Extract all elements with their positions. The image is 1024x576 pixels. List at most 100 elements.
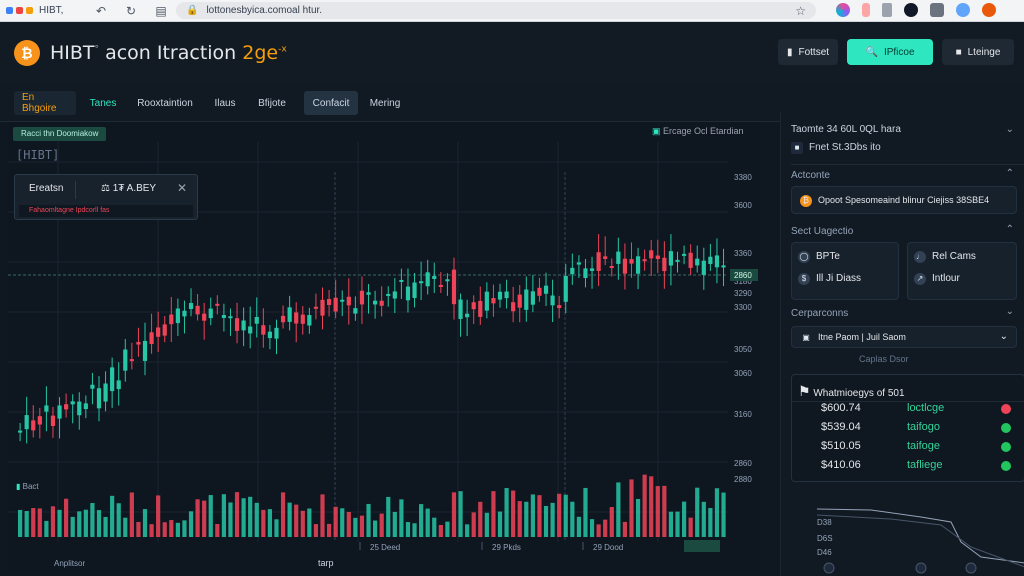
candle (182, 310, 187, 317)
clock-icon: ◯ (798, 251, 810, 263)
browser-tab-title[interactable]: HIBT, (39, 5, 79, 16)
chevron-down-icon[interactable]: ⌄ (1006, 306, 1014, 317)
tab-trades[interactable]: Tanes (82, 91, 124, 115)
candle (221, 315, 226, 318)
tab-lists[interactable]: Ilaus (206, 91, 244, 115)
volume-bar (254, 502, 259, 537)
page-icon[interactable]: ▤ (153, 3, 169, 19)
dollar-icon: $ (798, 273, 810, 285)
candle (353, 308, 358, 314)
wallet-button-label: Fottset (798, 46, 830, 58)
dropdown-icon[interactable]: ⌄ (1000, 331, 1008, 342)
extension-icon[interactable] (882, 3, 892, 17)
compare-sub: Caplas Dsor (859, 354, 909, 364)
volume-bar (695, 487, 700, 537)
price-tick: 3360 (734, 249, 752, 258)
url-bar[interactable]: 🔒 lottonesbyica.comoal htur. ☆ (176, 2, 816, 19)
quick-item[interactable]: ◯ BPTe (798, 251, 840, 263)
order-panel[interactable]: Ereatsn ⚖ 1₮ A.BEY ✕ Fahaomltagne Ipdcor… (14, 174, 198, 220)
tab-transactions[interactable]: Rooxtaintion (132, 91, 198, 115)
chevron-up-icon[interactable]: ⌃ (1006, 168, 1014, 179)
volume-bar (241, 498, 246, 537)
watch-row[interactable]: $510.05 taifoge (821, 440, 1011, 456)
quick-card-right[interactable]: ♩ Rel Cams ↗ Intlour (907, 242, 1017, 300)
volume-bar (57, 509, 62, 537)
chevron-down-icon[interactable]: ⌄ (1006, 124, 1014, 135)
extension-icon[interactable] (930, 3, 944, 17)
quick-card-left[interactable]: ◯ BPTe $ Ill Ji Diass (791, 242, 899, 300)
favicon-icon (16, 7, 23, 14)
back-arrow-icon[interactable]: ↶ (93, 3, 109, 19)
close-icon[interactable]: ✕ (177, 181, 187, 195)
quick-item[interactable]: ♩ Rel Cams (914, 251, 976, 263)
watch-row[interactable]: $410.06 tafliege (821, 459, 1011, 475)
reload-icon[interactable]: ↻ (123, 3, 139, 19)
candle (156, 327, 161, 337)
volume-bar (44, 520, 49, 537)
extension-icon[interactable] (956, 3, 970, 17)
candle (451, 269, 457, 305)
extension-icon[interactable] (862, 3, 870, 17)
candle (616, 251, 621, 264)
login-button[interactable]: ■ Lteinge (942, 39, 1014, 65)
candle (681, 253, 687, 256)
watch-amount: $410.06 (821, 459, 861, 471)
price-chart[interactable]: 3380 3600 3360 3180 3290 3300 3050 3060 3160 2860… (8, 122, 760, 572)
candle (419, 281, 424, 284)
candle (340, 299, 345, 302)
extension-icon[interactable] (836, 3, 850, 17)
quick-item[interactable]: $ Ill Ji Diass (798, 273, 861, 285)
watch-amount: $539.04 (821, 421, 861, 433)
tab-objects[interactable]: Bfijote (250, 91, 294, 115)
volume-bar (313, 524, 319, 537)
brand-subtitle: acon Itraction (105, 42, 243, 64)
compare-select[interactable]: ▣ Itne Paom | Juil Saom ⌄ (791, 326, 1017, 348)
candle (261, 325, 266, 335)
candle (721, 265, 726, 268)
candle (399, 279, 404, 282)
volume-bar (543, 505, 549, 537)
tab-meeting[interactable]: Mering (364, 91, 406, 115)
status-dot-icon (1001, 442, 1011, 452)
volume-bar (458, 491, 463, 537)
volume-bar (208, 495, 213, 537)
chevron-up-icon[interactable]: ⌃ (1006, 224, 1014, 235)
price-tick: 3060 (734, 369, 752, 378)
candle (136, 342, 141, 345)
candle (359, 290, 365, 305)
extension-icon[interactable] (904, 3, 918, 17)
candle (471, 302, 476, 310)
watch-row[interactable]: $600.74 loctlcge (821, 402, 1011, 418)
quick-item[interactable]: ↗ Intlour (914, 273, 960, 285)
volume-bar (70, 516, 75, 537)
candle (320, 299, 325, 316)
search-button[interactable]: 🔍 IPficoe (847, 39, 933, 65)
status-dot-icon (1001, 423, 1011, 433)
volume-bar (642, 474, 647, 537)
candle (346, 296, 351, 306)
candle (103, 383, 108, 402)
candle (701, 260, 706, 275)
profile-avatar[interactable] (982, 3, 996, 17)
bookmark-star-icon[interactable]: ☆ (795, 4, 806, 18)
candle (557, 305, 562, 309)
candle (484, 291, 489, 311)
candle (24, 415, 29, 430)
watch-row[interactable]: $539.04 taifogo (821, 421, 1011, 437)
tab-contact[interactable]: Confacit (304, 91, 358, 115)
section1-title: Taomte 34 60L 0QL hara (791, 124, 901, 135)
candle (110, 367, 115, 392)
volume-bar (110, 495, 115, 537)
volume-bar (31, 508, 36, 537)
candle (642, 259, 647, 262)
wallet-button[interactable]: ▮ Fottset (778, 39, 838, 65)
section1-sub: ■ Fnet St.3Dbs ito (791, 142, 881, 154)
activity-item[interactable]: ₿ Opoot Spesomeaind blinur Ciejiss 38SBE4 (791, 186, 1017, 214)
volume-bar (609, 507, 614, 537)
volume-bar (471, 512, 476, 537)
candle (333, 297, 338, 312)
candle (576, 262, 581, 265)
mini-tick: D46 (817, 548, 832, 557)
volume-bar (662, 485, 667, 537)
tab-home[interactable]: En Bhgoire (14, 91, 76, 115)
